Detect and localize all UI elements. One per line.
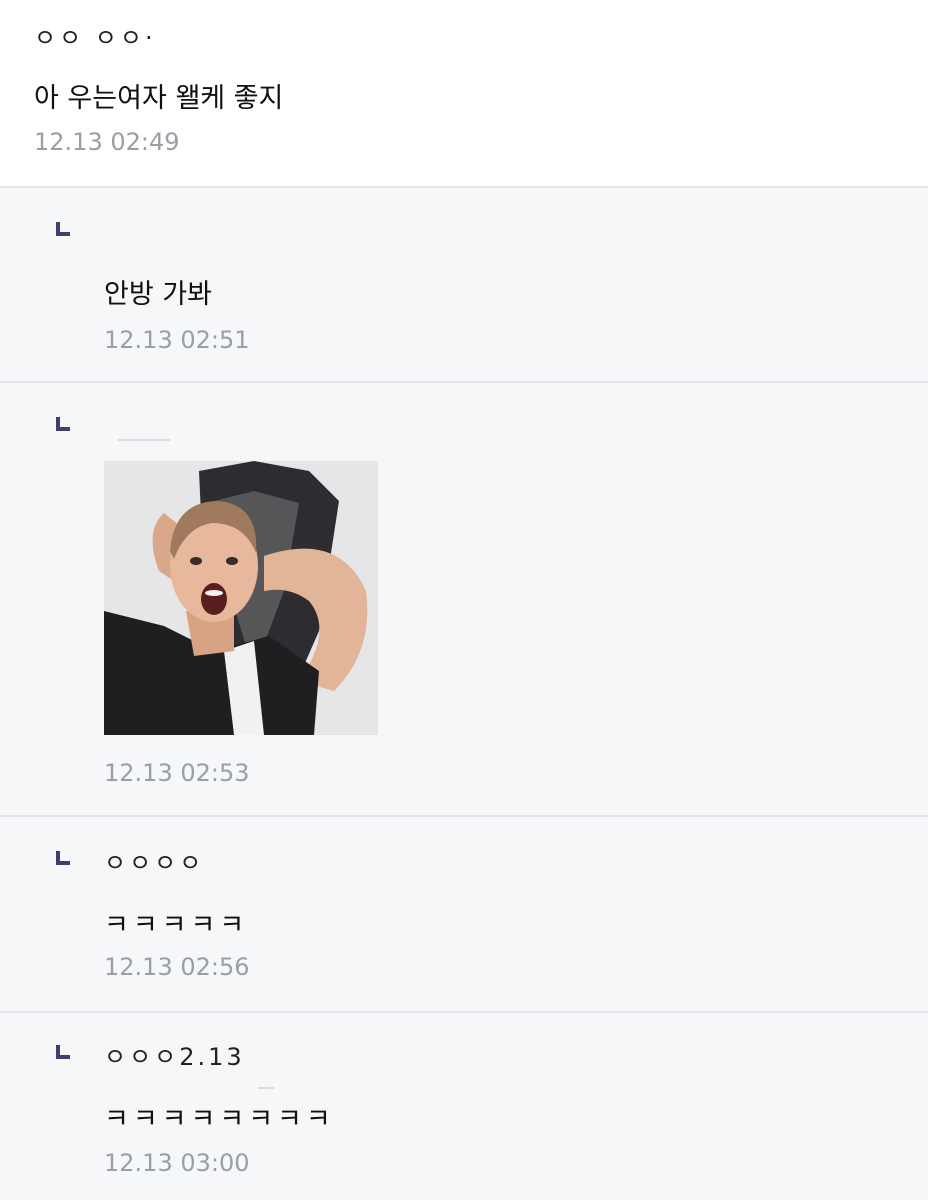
reply-2: 12.13 02:53 [0, 381, 928, 815]
comment-text: 아 우는여자 왤케 좋지 [34, 83, 284, 114]
reply-arrow-icon [56, 1045, 70, 1059]
comment-author[interactable]: ㅇㅇㅇㅇ [104, 843, 204, 878]
comment-1: ㅇㅇ ㅇㅇ· 아 우는여자 왤케 좋지 12.13 02:49 [0, 0, 928, 186]
comment-text: 안방 가봐 [104, 279, 212, 310]
comment-timestamp: 12.13 02:53 [104, 759, 250, 787]
reply-4: ㅇㅇㅇ2.13 ㅋㅋㅋㅋㅋㅋㅋㅋ 12.13 03:00 [0, 1011, 928, 1200]
author-placeholder [118, 439, 170, 441]
reply-arrow-icon [56, 417, 70, 431]
sticker-image [104, 461, 378, 735]
reply-3: ㅇㅇㅇㅇ ㅋㅋㅋㅋㅋ 12.13 02:56 [0, 815, 928, 1011]
comment-author[interactable]: ㅇㅇㅇ2.13 [104, 1037, 245, 1072]
comment-author[interactable]: ㅇㅇ ㅇㅇ· [34, 18, 156, 53]
comment-timestamp: 12.13 02:49 [34, 128, 180, 156]
reply-arrow-icon [56, 851, 70, 865]
comment-text: ㅋㅋㅋㅋㅋㅋㅋㅋ [104, 1104, 335, 1135]
comment-timestamp: 12.13 02:51 [104, 326, 250, 354]
reply-1: 안방 가봐 12.13 02:51 [0, 186, 928, 381]
reply-arrow-icon [56, 222, 70, 236]
comment-timestamp: 12.13 02:56 [104, 953, 250, 981]
comment-timestamp: 12.13 03:00 [104, 1149, 250, 1177]
shocked-man-sticker[interactable] [104, 461, 378, 735]
author-placeholder [258, 1087, 274, 1089]
comment-text: ㅋㅋㅋㅋㅋ [104, 910, 249, 941]
